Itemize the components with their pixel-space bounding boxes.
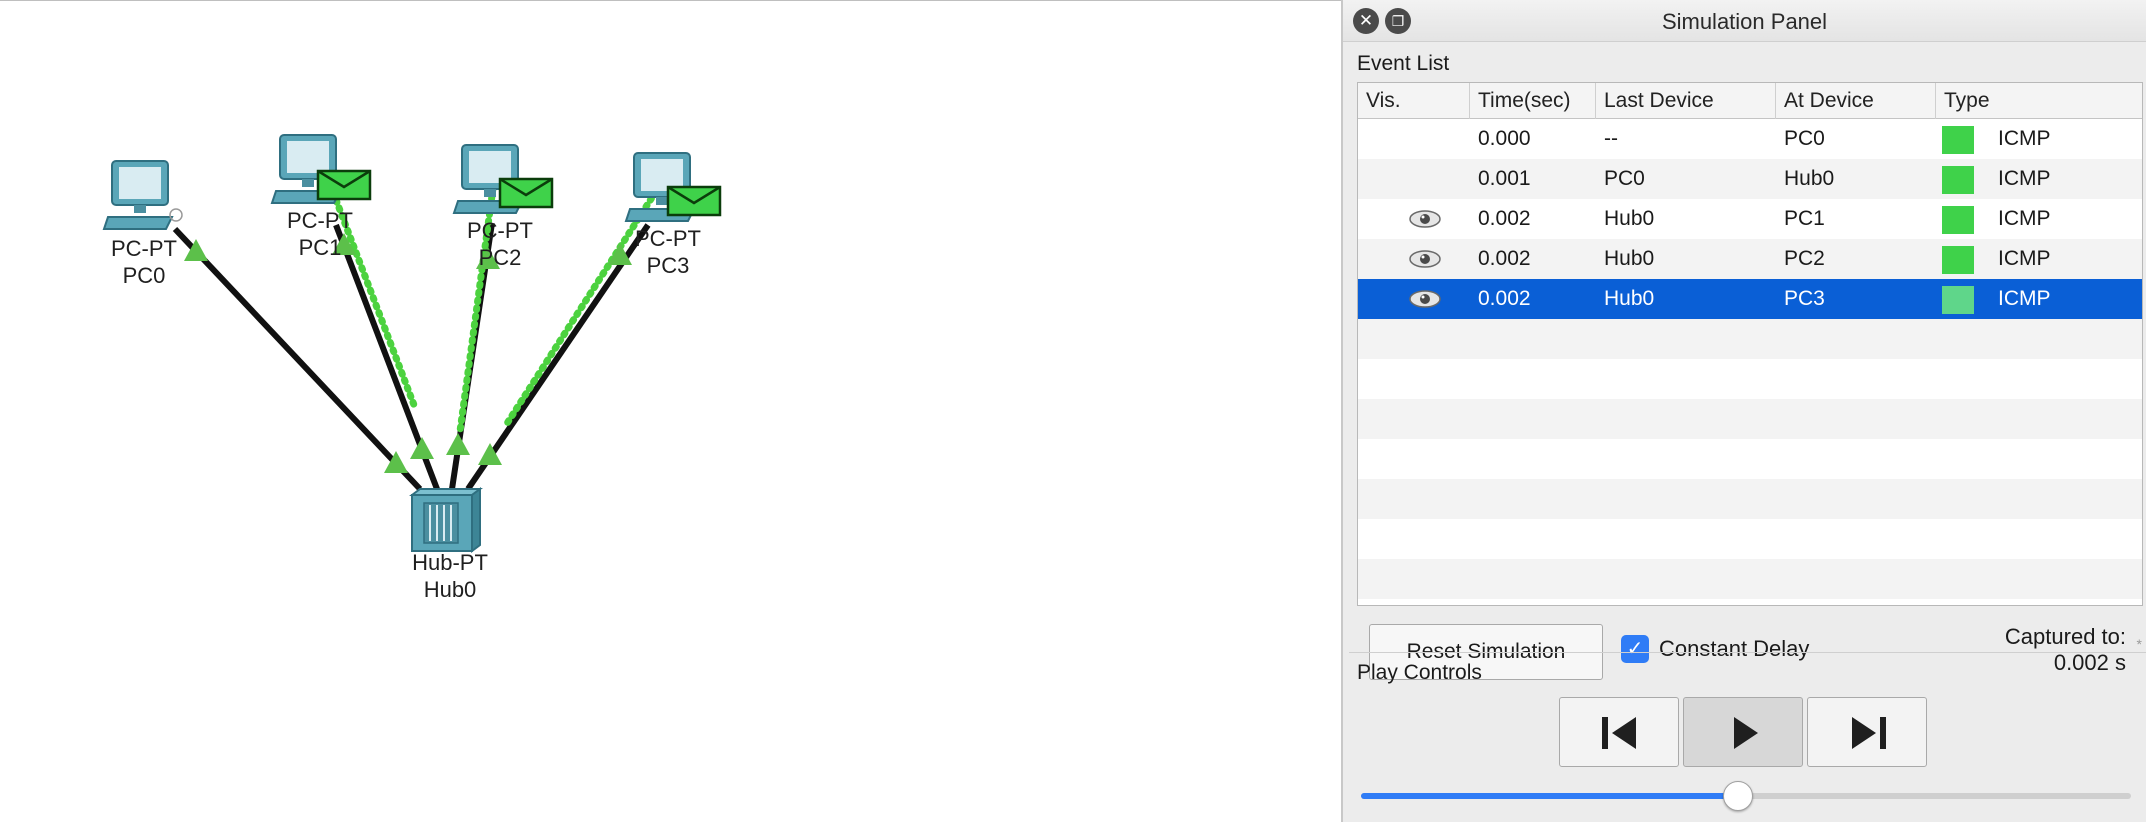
play-button[interactable] <box>1683 697 1803 767</box>
empty-row <box>1358 439 2142 479</box>
event-at-device: PC1 <box>1784 207 1825 230</box>
event-list-label: Event List <box>1357 52 1450 75</box>
event-type: ICMP <box>1998 287 2051 310</box>
pc3-name: PC3 <box>646 253 690 278</box>
empty-row <box>1358 519 2142 559</box>
event-row[interactable]: 0.002 Hub0 PC1 ICMP <box>1358 199 2142 239</box>
step-forward-button[interactable] <box>1807 697 1927 767</box>
pc0-icon <box>103 160 173 230</box>
event-last-device: Hub0 <box>1604 287 1655 310</box>
pc0-label[interactable]: PC-PT PC0 <box>74 235 214 289</box>
event-row[interactable]: 0.000 -- PC0 ICMP <box>1358 119 2142 159</box>
empty-row <box>1358 319 2142 359</box>
event-at-device: PC0 <box>1784 127 1825 150</box>
step-back-icon <box>1602 717 1636 749</box>
empty-row <box>1358 359 2142 399</box>
empty-row <box>1358 559 2142 599</box>
play-icon <box>1734 717 1758 749</box>
event-type: ICMP <box>1998 247 2051 270</box>
event-time: 0.002 <box>1478 287 1531 310</box>
asterisk-icon: * <box>2136 636 2142 652</box>
pc1-model: PC-PT <box>287 208 353 233</box>
slider-fill <box>1361 793 1739 799</box>
event-last-device: PC0 <box>1604 167 1645 190</box>
column-header-vis[interactable]: Vis. <box>1358 83 1470 119</box>
column-header-last-device[interactable]: Last Device <box>1596 83 1776 119</box>
event-last-device: -- <box>1604 127 1618 150</box>
event-at-device: Hub0 <box>1784 167 1835 190</box>
event-type: ICMP <box>1998 207 2051 230</box>
event-last-device: Hub0 <box>1604 247 1655 270</box>
event-time: 0.000 <box>1478 127 1531 150</box>
event-time: 0.001 <box>1478 167 1531 190</box>
event-type-color <box>1942 206 1974 234</box>
column-header-type[interactable]: Type <box>1936 83 2142 119</box>
pc0-name: PC0 <box>122 263 166 288</box>
event-row[interactable]: 0.002 Hub0 PC3 ICMP <box>1358 279 2142 319</box>
event-table: Vis. Time(sec) Last Device At Device Typ… <box>1357 82 2143 606</box>
slider-knob[interactable] <box>1723 781 1754 811</box>
event-last-device: Hub0 <box>1604 207 1655 230</box>
event-list-section: Event List Vis. Time(sec) Last Device At… <box>1349 46 2146 680</box>
panel-title: Simulation Panel <box>1661 9 1828 34</box>
captured-to-label: Captured to: <box>2004 624 2126 649</box>
event-type-color <box>1942 286 1974 314</box>
column-header-at-device[interactable]: At Device <box>1776 83 1936 119</box>
pdu-envelope-icon-pc1 <box>316 169 372 201</box>
pc2-label[interactable]: PC-PT PC2 <box>430 217 570 271</box>
step-forward-icon <box>1852 717 1886 749</box>
event-type-color <box>1942 126 1974 154</box>
hub0-label[interactable]: Hub-PT Hub0 <box>380 549 520 603</box>
topology-canvas <box>103 134 722 553</box>
pc2-model: PC-PT <box>467 218 533 243</box>
pdu-envelope-icon-pc2 <box>498 177 554 209</box>
step-back-button[interactable] <box>1559 697 1679 767</box>
hub0-icon <box>409 487 483 553</box>
eye-icon[interactable] <box>1408 290 1442 308</box>
column-header-time[interactable]: Time(sec) <box>1470 83 1596 119</box>
play-controls-label: Play Controls <box>1357 661 1482 684</box>
event-table-header: Vis. Time(sec) Last Device At Device Typ… <box>1358 83 2142 119</box>
empty-row <box>1358 399 2142 439</box>
event-at-device: PC2 <box>1784 247 1825 270</box>
hub0-name: Hub0 <box>423 577 477 602</box>
event-type: ICMP <box>1998 127 2051 150</box>
event-type-color <box>1942 246 1974 274</box>
pc2-name: PC2 <box>478 245 522 270</box>
simulation-panel: ✕ ❐ Simulation Panel Event List Vis. Tim… <box>1341 0 2146 822</box>
event-type: ICMP <box>1998 167 2051 190</box>
event-type-color <box>1942 166 1974 194</box>
pc1-label[interactable]: PC-PT PC1 <box>250 207 390 261</box>
play-controls-section: Play Controls <box>1349 652 2146 822</box>
eye-icon[interactable] <box>1408 250 1442 268</box>
empty-row <box>1358 479 2142 519</box>
link-arrow-pc1-hub <box>410 437 434 459</box>
event-at-device: PC3 <box>1784 287 1825 310</box>
event-row[interactable]: 0.001 PC0 Hub0 ICMP <box>1358 159 2142 199</box>
pdu-envelope-icon-pc3 <box>666 185 722 217</box>
hub0-model: Hub-PT <box>412 550 488 575</box>
event-row[interactable]: 0.002 Hub0 PC2 ICMP <box>1358 239 2142 279</box>
link-arrow-pc2-hub <box>446 433 470 455</box>
pc3-model: PC-PT <box>635 226 701 251</box>
eye-icon[interactable] <box>1408 210 1442 228</box>
pc0-model: PC-PT <box>111 236 177 261</box>
panel-titlebar[interactable]: ✕ ❐ Simulation Panel <box>1343 0 2146 42</box>
pc3-label[interactable]: PC-PT PC3 <box>598 225 738 279</box>
topology-workspace[interactable]: PC-PT PC0 PC-PT PC1 PC-PT PC2 PC-PT PC3 … <box>0 0 1341 822</box>
event-time: 0.002 <box>1478 207 1531 230</box>
pc1-name: PC1 <box>298 235 342 260</box>
event-time: 0.002 <box>1478 247 1531 270</box>
